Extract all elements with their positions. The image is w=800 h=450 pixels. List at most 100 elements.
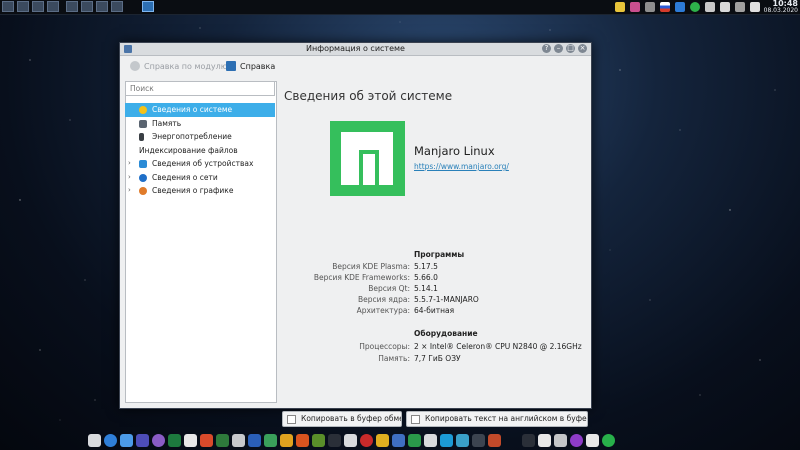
tree-item-label: Память — [152, 118, 182, 128]
info-key: Версия ядра: — [358, 295, 410, 304]
tree-item-network[interactable]: › Сведения о сети — [125, 171, 275, 185]
keyboard-layout-icon[interactable] — [660, 2, 670, 12]
clock-date: 08.03.2020 — [763, 7, 798, 14]
copy-english-button[interactable]: Копировать текст на английском в буфер о… — [406, 411, 588, 427]
updates-icon[interactable] — [690, 2, 700, 12]
module-help-button[interactable]: Справка по модулю — [130, 61, 228, 71]
package-icon[interactable] — [408, 434, 421, 447]
logo-bar-mid — [363, 154, 375, 185]
search-input[interactable] — [125, 81, 275, 96]
logo-gap — [359, 150, 379, 154]
help-button[interactable]: Справка — [226, 61, 275, 71]
weather-icon[interactable] — [456, 434, 469, 447]
desktop-4-button[interactable] — [47, 1, 59, 12]
chevron-right-icon[interactable]: › — [128, 184, 131, 198]
document-icon[interactable] — [232, 434, 245, 447]
writer-icon[interactable] — [248, 434, 261, 447]
calc-icon[interactable] — [184, 434, 197, 447]
apps-button[interactable] — [111, 1, 123, 12]
volume-icon[interactable] — [720, 2, 730, 12]
info-value: 5.5.7-1-MANJARO — [414, 295, 479, 304]
distro-name: Manjaro Linux — [414, 144, 495, 158]
window-titlebar[interactable]: Информация о системе ? – □ × — [120, 43, 591, 56]
editor-icon[interactable] — [344, 434, 357, 447]
trash-icon[interactable] — [554, 434, 567, 447]
media-icon[interactable] — [360, 434, 373, 447]
viber-icon[interactable] — [152, 434, 165, 447]
table-icon[interactable] — [264, 434, 277, 447]
notes-icon[interactable] — [615, 2, 625, 12]
minimize-icon[interactable]: – — [554, 44, 563, 53]
tree-item-label: Индексирование файлов — [139, 145, 238, 155]
notes-app-icon[interactable] — [376, 434, 389, 447]
clipboard-icon[interactable] — [735, 2, 745, 12]
bluetooth-icon[interactable] — [675, 2, 685, 12]
files-button[interactable] — [81, 1, 93, 12]
help-icon[interactable]: ? — [542, 44, 551, 53]
tray-app-icon[interactable] — [630, 2, 640, 12]
info-value: 64-битная — [414, 306, 455, 315]
desktop-1-button[interactable] — [2, 1, 14, 12]
desktop-2-button[interactable] — [17, 1, 29, 12]
info-key: Архитектура: — [356, 306, 410, 315]
system-info-icon — [139, 106, 147, 114]
window-title: Информация о системе — [306, 44, 405, 53]
manjaro-logo — [330, 121, 405, 196]
keyboard-icon[interactable] — [472, 434, 485, 447]
image-icon[interactable] — [392, 434, 405, 447]
files-icon[interactable] — [120, 434, 133, 447]
page-title: Сведения об этой системе — [284, 89, 453, 103]
network-icon[interactable] — [705, 2, 715, 12]
tree-item-devices[interactable]: › Сведения об устройствах — [125, 157, 275, 171]
clock[interactable]: 10:48 08.03.2020 — [764, 0, 798, 14]
text-icon[interactable] — [586, 434, 599, 447]
show-desktop-button[interactable] — [66, 1, 78, 12]
maximize-icon[interactable]: □ — [566, 44, 575, 53]
copy-clipboard-label: Копировать в буфер обмена — [301, 414, 401, 423]
panel-left-launchers — [2, 1, 154, 12]
layers-icon[interactable] — [312, 434, 325, 447]
window-app-icon[interactable] — [124, 45, 132, 53]
chevron-right-icon[interactable]: › — [128, 171, 131, 185]
tree-item-file-indexing[interactable]: Индексирование файлов — [125, 144, 275, 158]
tree-item-system-info[interactable]: Сведения о системе — [125, 103, 275, 117]
terminal-icon[interactable] — [328, 434, 341, 447]
battery-icon[interactable] — [750, 2, 760, 12]
back-arrow-icon[interactable] — [88, 434, 101, 447]
terminal-button[interactable] — [96, 1, 108, 12]
info-key: Память: — [378, 354, 410, 363]
monitor-icon[interactable] — [522, 434, 535, 447]
copy-icon — [287, 415, 296, 424]
logo-bar-right — [379, 132, 393, 185]
copy-clipboard-button[interactable]: Копировать в буфер обмена — [282, 411, 402, 427]
chevron-right-icon[interactable]: › — [128, 157, 131, 171]
info-key: Версия Qt: — [368, 284, 410, 293]
tree-item-graphics[interactable]: › Сведения о графике — [125, 184, 275, 198]
spreadsheet-icon[interactable] — [168, 434, 181, 447]
calendar-icon[interactable] — [488, 434, 501, 447]
chat-icon[interactable] — [136, 434, 149, 447]
browser-icon[interactable] — [104, 434, 117, 447]
tree-item-energy[interactable]: Энергопотребление — [125, 130, 275, 144]
system-info-window: Информация о системе ? – □ × Справка по … — [119, 42, 592, 427]
ghost-icon[interactable] — [602, 434, 615, 447]
desktop-3-button[interactable] — [32, 1, 44, 12]
photo-viewer-icon[interactable] — [538, 434, 551, 447]
slides-icon[interactable] — [280, 434, 293, 447]
copy-english-label: Копировать текст на английском в буфер о… — [425, 414, 587, 423]
tree-item-label: Сведения о графике — [152, 186, 234, 195]
task-system-info[interactable] — [142, 1, 154, 12]
sheets-icon[interactable] — [216, 434, 229, 447]
system-tray — [615, 2, 760, 12]
presentation-icon[interactable] — [200, 434, 213, 447]
close-icon[interactable]: × — [578, 44, 587, 53]
pdf-icon[interactable] — [296, 434, 309, 447]
bottom-dock — [88, 431, 716, 450]
usb-icon[interactable] — [645, 2, 655, 12]
tree-item-memory[interactable]: Память — [125, 117, 275, 131]
settings-icon[interactable] — [424, 434, 437, 447]
tree-item-label: Энергопотребление — [152, 132, 232, 141]
distro-url-link[interactable]: https://www.manjaro.org/ — [414, 162, 509, 171]
telegram-icon[interactable] — [440, 434, 453, 447]
system-settings-icon[interactable] — [570, 434, 583, 447]
